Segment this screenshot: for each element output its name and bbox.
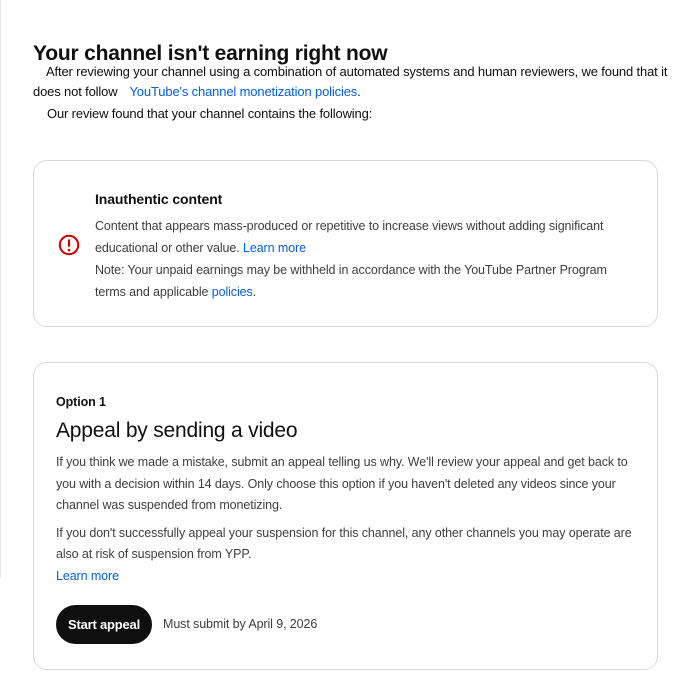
appeal-option-card: Option 1 Appeal by sending a video If yo… bbox=[33, 362, 658, 670]
option-title: Appeal by sending a video bbox=[56, 419, 298, 442]
left-divider bbox=[0, 0, 1, 578]
issue-note-paragraph: Note: Your unpaid earnings may be withhe… bbox=[95, 259, 640, 303]
intro-period: . bbox=[357, 84, 361, 99]
option-body: If you think we made a mistake, submit a… bbox=[56, 452, 646, 587]
intro-text: After reviewing your channel using a com… bbox=[33, 62, 673, 102]
issue-title: Inauthentic content bbox=[95, 191, 223, 207]
issue-note: Note: Your unpaid earnings may be withhe… bbox=[95, 263, 607, 299]
alert-circle-icon bbox=[58, 234, 80, 256]
issue-card: Inauthentic content Content that appears… bbox=[33, 160, 658, 327]
option-learn-more-link[interactable]: Learn more bbox=[56, 566, 119, 588]
issue-learn-more-link[interactable]: Learn more bbox=[243, 241, 306, 255]
appeal-description: If you think we made a mistake, submit a… bbox=[56, 455, 628, 512]
monetization-policies-link[interactable]: YouTube's channel monetization policies bbox=[129, 84, 357, 99]
start-appeal-button[interactable]: Start appeal bbox=[56, 605, 152, 644]
issue-body: Content that appears mass-produced or re… bbox=[95, 215, 640, 303]
suspension-warning: If you don't successfully appeal your su… bbox=[56, 525, 632, 562]
review-summary: Our review found that your channel conta… bbox=[47, 106, 373, 121]
option-label: Option 1 bbox=[56, 395, 106, 409]
appeal-deadline: Must submit by April 9, 2026 bbox=[163, 617, 318, 631]
issue-note-period: . bbox=[252, 285, 256, 299]
issue-description-paragraph: Content that appears mass-produced or re… bbox=[95, 215, 640, 259]
policies-link[interactable]: policies bbox=[212, 285, 253, 299]
issue-description: Content that appears mass-produced or re… bbox=[95, 219, 604, 255]
